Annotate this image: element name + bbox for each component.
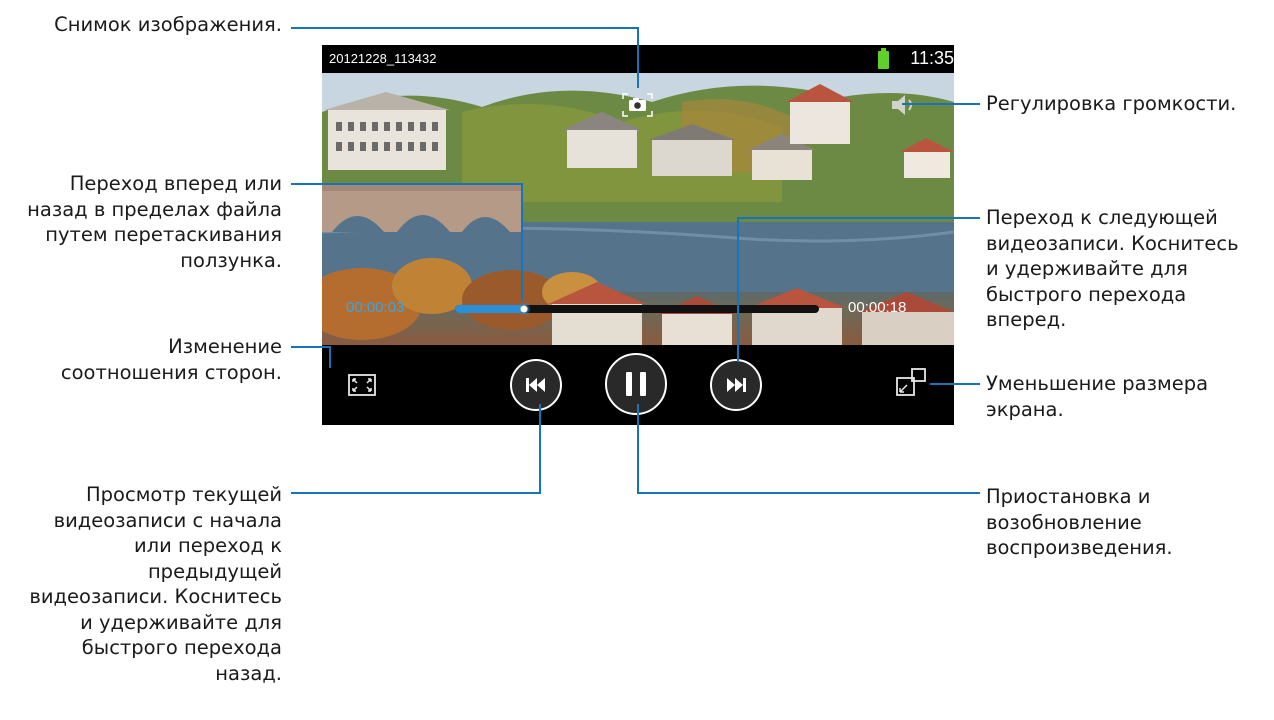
leader-volume: [902, 103, 980, 105]
rewind-icon: [526, 378, 545, 392]
leader-previous: [539, 404, 541, 494]
leader-pause: [637, 404, 639, 494]
aspect-ratio-button[interactable]: [342, 365, 382, 405]
leader-seek: [521, 183, 523, 301]
annotation-aspect: Изменение соотношения сторон.: [60, 335, 282, 384]
leader-popup: [930, 383, 980, 385]
leader-seek: [291, 183, 523, 185]
popup-player-button[interactable]: [892, 363, 932, 403]
annotation-volume: Регулировка громкости.: [986, 92, 1237, 115]
video-filename: 20121228_113432: [329, 51, 437, 66]
leader-next: [737, 217, 739, 362]
leader-previous: [291, 492, 541, 494]
leader-aspect: [291, 346, 331, 348]
capture-button[interactable]: [621, 92, 654, 118]
annotation-previous: Просмотр текущей видеозаписи с начала ил…: [29, 483, 282, 685]
fast-forward-icon: [727, 378, 746, 392]
battery-icon: [878, 48, 889, 69]
elapsed-time: 00:00:03: [346, 299, 405, 316]
pause-button[interactable]: [605, 353, 667, 415]
annotation-next: Переход к следующей видеозаписи. Косните…: [986, 206, 1239, 331]
next-button[interactable]: [710, 359, 762, 411]
seek-bar-progress: [455, 305, 525, 313]
previous-button[interactable]: [510, 359, 562, 411]
leader-aspect: [329, 346, 331, 368]
seek-bar[interactable]: [455, 302, 819, 316]
pause-icon: [626, 372, 646, 396]
annotation-capture: Снимок изображения.: [54, 13, 282, 36]
total-time: 00:00:18: [848, 299, 907, 316]
leader-pause: [637, 492, 980, 494]
leader-next: [737, 217, 980, 219]
aspect-ratio-icon: [348, 374, 376, 396]
popup-player-icon: [896, 368, 926, 396]
annotation-pause: Приостановка и возобновление воспроизвед…: [986, 485, 1173, 559]
annotation-popup: Уменьшение размера экрана.: [986, 372, 1209, 421]
leader-capture: [291, 27, 639, 29]
annotation-seek: Переход вперед или назад в пределах файл…: [27, 172, 282, 272]
status-time: 11:35: [910, 48, 954, 68]
speaker-icon: [892, 95, 912, 115]
video-player-screen: 20121228_113432 11:35 00:00:03 00:00:18: [322, 45, 954, 425]
leader-capture: [637, 27, 639, 88]
volume-button[interactable]: [888, 92, 918, 118]
camera-icon: [622, 93, 653, 117]
